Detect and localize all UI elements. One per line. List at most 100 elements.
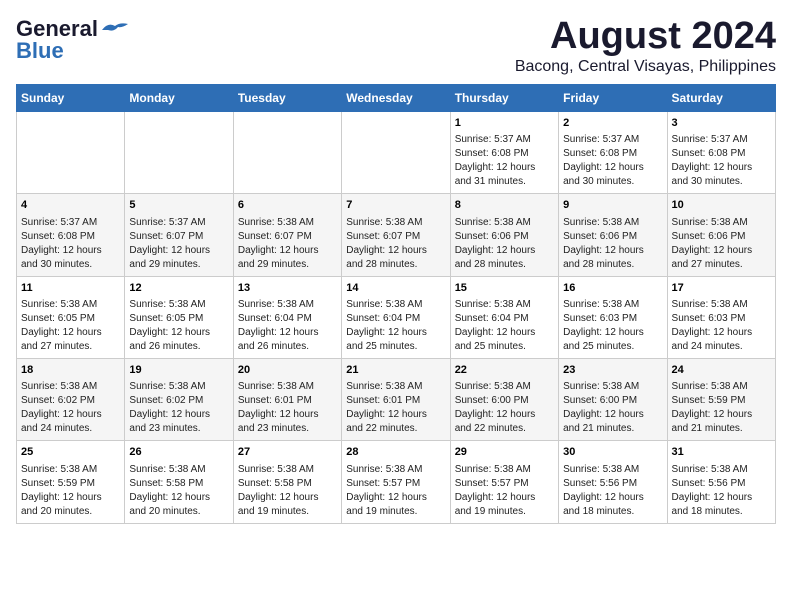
day-number: 30: [563, 445, 662, 460]
calendar-cell: 13 Sunrise: 5:38 AM Sunset: 6:04 PM Dayli…: [233, 276, 341, 358]
calendar-cell: 22 Sunrise: 5:38 AM Sunset: 6:00 PM Dayli…: [450, 358, 558, 440]
calendar-cell: 8 Sunrise: 5:38 AM Sunset: 6:06 PM Daylig…: [450, 194, 558, 276]
day-content: Sunrise: 5:38 AM Sunset: 5:56 PM Dayligh…: [563, 463, 662, 519]
day-content: Sunrise: 5:38 AM Sunset: 6:02 PM Dayligh…: [129, 380, 228, 436]
day-number: 20: [238, 363, 337, 378]
day-number: 5: [129, 198, 228, 213]
calendar-cell: [125, 111, 233, 193]
calendar-header: SundayMondayTuesdayWednesdayThursdayFrid…: [17, 84, 776, 111]
day-number: 24: [672, 363, 771, 378]
calendar-cell: 24Sunrise: 5:38 AM Sunset: 5:59 PM Dayli…: [667, 358, 775, 440]
calendar-cell: [342, 111, 450, 193]
calendar-cell: 30 Sunrise: 5:38 AM Sunset: 5:56 PM Dayli…: [559, 441, 667, 523]
calendar-body: 1Sunrise: 5:37 AM Sunset: 6:08 PM Daylig…: [17, 111, 776, 523]
calendar-week-2: 4 Sunrise: 5:37 AM Sunset: 6:08 PM Daylig…: [17, 194, 776, 276]
calendar-cell: 6 Sunrise: 5:38 AM Sunset: 6:07 PM Daylig…: [233, 194, 341, 276]
day-content: Sunrise: 5:38 AM Sunset: 6:03 PM Dayligh…: [672, 298, 771, 354]
header-day-monday: Monday: [125, 84, 233, 111]
day-number: 18: [21, 363, 120, 378]
day-content: Sunrise: 5:38 AM Sunset: 6:05 PM Dayligh…: [129, 298, 228, 354]
day-number: 17: [672, 281, 771, 296]
day-number: 22: [455, 363, 554, 378]
day-number: 11: [21, 281, 120, 296]
day-content: Sunrise: 5:38 AM Sunset: 6:03 PM Dayligh…: [563, 298, 662, 354]
day-number: 21: [346, 363, 445, 378]
calendar-cell: 4 Sunrise: 5:37 AM Sunset: 6:08 PM Daylig…: [17, 194, 125, 276]
calendar-week-3: 11 Sunrise: 5:38 AM Sunset: 6:05 PM Dayli…: [17, 276, 776, 358]
calendar-cell: 21 Sunrise: 5:38 AM Sunset: 6:01 PM Dayli…: [342, 358, 450, 440]
calendar-cell: 12 Sunrise: 5:38 AM Sunset: 6:05 PM Dayli…: [125, 276, 233, 358]
day-number: 29: [455, 445, 554, 460]
day-content: Sunrise: 5:38 AM Sunset: 5:58 PM Dayligh…: [238, 463, 337, 519]
page-header: General Blue August 2024 Bacong, Central…: [16, 16, 776, 76]
calendar-week-4: 18 Sunrise: 5:38 AM Sunset: 6:02 PM Dayli…: [17, 358, 776, 440]
day-content: Sunrise: 5:37 AM Sunset: 6:08 PM Dayligh…: [21, 216, 120, 272]
calendar-week-1: 1Sunrise: 5:37 AM Sunset: 6:08 PM Daylig…: [17, 111, 776, 193]
day-content: Sunrise: 5:37 AM Sunset: 6:08 PM Dayligh…: [672, 133, 771, 189]
day-number: 2: [563, 116, 662, 131]
day-content: Sunrise: 5:38 AM Sunset: 5:59 PM Dayligh…: [21, 463, 120, 519]
day-content: Sunrise: 5:37 AM Sunset: 6:07 PM Dayligh…: [129, 216, 228, 272]
calendar-cell: [233, 111, 341, 193]
day-number: 25: [21, 445, 120, 460]
calendar-cell: 1Sunrise: 5:37 AM Sunset: 6:08 PM Daylig…: [450, 111, 558, 193]
logo-bird-icon: [100, 20, 130, 40]
page-subtitle: Bacong, Central Visayas, Philippines: [515, 58, 776, 76]
day-number: 19: [129, 363, 228, 378]
calendar-table: SundayMondayTuesdayWednesdayThursdayFrid…: [16, 84, 776, 524]
day-content: Sunrise: 5:37 AM Sunset: 6:08 PM Dayligh…: [455, 133, 554, 189]
day-number: 14: [346, 281, 445, 296]
day-content: Sunrise: 5:38 AM Sunset: 6:02 PM Dayligh…: [21, 380, 120, 436]
day-content: Sunrise: 5:38 AM Sunset: 6:07 PM Dayligh…: [238, 216, 337, 272]
day-content: Sunrise: 5:38 AM Sunset: 6:06 PM Dayligh…: [455, 216, 554, 272]
day-content: Sunrise: 5:38 AM Sunset: 6:06 PM Dayligh…: [672, 216, 771, 272]
calendar-cell: 11 Sunrise: 5:38 AM Sunset: 6:05 PM Dayli…: [17, 276, 125, 358]
calendar-cell: 2 Sunrise: 5:37 AM Sunset: 6:08 PM Daylig…: [559, 111, 667, 193]
day-number: 10: [672, 198, 771, 213]
calendar-cell: 28 Sunrise: 5:38 AM Sunset: 5:57 PM Dayli…: [342, 441, 450, 523]
calendar-cell: 25 Sunrise: 5:38 AM Sunset: 5:59 PM Dayli…: [17, 441, 125, 523]
day-content: Sunrise: 5:38 AM Sunset: 6:05 PM Dayligh…: [21, 298, 120, 354]
header-day-thursday: Thursday: [450, 84, 558, 111]
day-content: Sunrise: 5:38 AM Sunset: 6:07 PM Dayligh…: [346, 216, 445, 272]
calendar-cell: 17 Sunrise: 5:38 AM Sunset: 6:03 PM Dayli…: [667, 276, 775, 358]
calendar-cell: 26 Sunrise: 5:38 AM Sunset: 5:58 PM Dayli…: [125, 441, 233, 523]
day-number: 28: [346, 445, 445, 460]
day-content: Sunrise: 5:38 AM Sunset: 5:57 PM Dayligh…: [346, 463, 445, 519]
calendar-cell: 31Sunrise: 5:38 AM Sunset: 5:56 PM Dayli…: [667, 441, 775, 523]
day-number: 12: [129, 281, 228, 296]
day-content: Sunrise: 5:38 AM Sunset: 5:56 PM Dayligh…: [672, 463, 771, 519]
calendar-week-5: 25 Sunrise: 5:38 AM Sunset: 5:59 PM Dayli…: [17, 441, 776, 523]
day-number: 13: [238, 281, 337, 296]
header-day-saturday: Saturday: [667, 84, 775, 111]
title-block: August 2024 Bacong, Central Visayas, Phi…: [515, 16, 776, 76]
day-number: 9: [563, 198, 662, 213]
calendar-cell: 14 Sunrise: 5:38 AM Sunset: 6:04 PM Dayli…: [342, 276, 450, 358]
day-number: 15: [455, 281, 554, 296]
day-number: 26: [129, 445, 228, 460]
day-number: 3: [672, 116, 771, 131]
day-content: Sunrise: 5:38 AM Sunset: 6:01 PM Dayligh…: [346, 380, 445, 436]
day-number: 6: [238, 198, 337, 213]
day-number: 27: [238, 445, 337, 460]
day-number: 16: [563, 281, 662, 296]
calendar-cell: 9Sunrise: 5:38 AM Sunset: 6:06 PM Daylig…: [559, 194, 667, 276]
calendar-cell: 5 Sunrise: 5:37 AM Sunset: 6:07 PM Daylig…: [125, 194, 233, 276]
calendar-cell: 10 Sunrise: 5:38 AM Sunset: 6:06 PM Dayli…: [667, 194, 775, 276]
day-content: Sunrise: 5:38 AM Sunset: 6:04 PM Dayligh…: [238, 298, 337, 354]
day-number: 4: [21, 198, 120, 213]
day-number: 23: [563, 363, 662, 378]
day-content: Sunrise: 5:38 AM Sunset: 6:04 PM Dayligh…: [346, 298, 445, 354]
calendar-cell: 15Sunrise: 5:38 AM Sunset: 6:04 PM Dayli…: [450, 276, 558, 358]
day-content: Sunrise: 5:38 AM Sunset: 6:00 PM Dayligh…: [455, 380, 554, 436]
calendar-cell: 3 Sunrise: 5:37 AM Sunset: 6:08 PM Daylig…: [667, 111, 775, 193]
header-day-wednesday: Wednesday: [342, 84, 450, 111]
day-number: 8: [455, 198, 554, 213]
logo-blue-text: Blue: [16, 38, 64, 64]
day-content: Sunrise: 5:37 AM Sunset: 6:08 PM Dayligh…: [563, 133, 662, 189]
page-title: August 2024: [515, 16, 776, 58]
day-content: Sunrise: 5:38 AM Sunset: 5:57 PM Dayligh…: [455, 463, 554, 519]
calendar-cell: 7Sunrise: 5:38 AM Sunset: 6:07 PM Daylig…: [342, 194, 450, 276]
day-content: Sunrise: 5:38 AM Sunset: 5:58 PM Dayligh…: [129, 463, 228, 519]
logo: General Blue: [16, 16, 130, 64]
